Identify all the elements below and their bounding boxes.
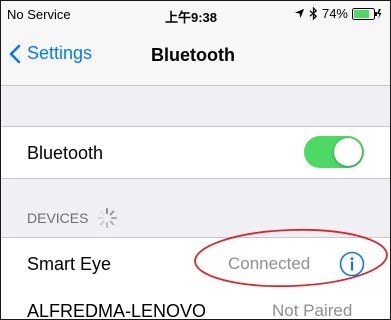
clock-label: 上午9:38	[165, 10, 218, 25]
status-indicators: 74%	[294, 6, 382, 21]
phone-screen: No Service 上午9:38 74% Settings Bluetooth…	[0, 0, 391, 320]
device-status: Not Paired	[272, 301, 353, 320]
switch-knob	[334, 138, 362, 166]
battery-percent: 74%	[321, 6, 348, 21]
carrier-label: No Service	[7, 7, 71, 22]
page-title: Bluetooth	[151, 45, 235, 65]
battery-charging-icon	[352, 7, 382, 20]
devices-section-header: DEVICES	[27, 207, 118, 229]
device-status: Connected	[228, 254, 311, 273]
bluetooth-switch[interactable]	[304, 136, 364, 168]
device-name: Smart Eye	[27, 254, 112, 274]
info-icon[interactable]	[339, 251, 365, 277]
location-arrow-icon	[294, 8, 305, 19]
device-row[interactable]: Smart Eye Connected	[1, 237, 390, 289]
bluetooth-label: Bluetooth	[27, 143, 104, 163]
status-bar: No Service 上午9:38 74%	[1, 1, 390, 29]
device-name: ALFREDMA-LENOVO	[27, 301, 207, 320]
bluetooth-toggle-row: Bluetooth	[1, 126, 390, 179]
navigation-bar: Settings Bluetooth	[1, 29, 390, 86]
device-row[interactable]: ALFREDMA-LENOVO Not Paired	[1, 288, 390, 320]
back-button-label: Settings	[27, 43, 93, 63]
bluetooth-icon	[309, 7, 318, 20]
loading-spinner-icon	[97, 208, 118, 228]
back-button[interactable]: Settings	[9, 43, 92, 64]
chevron-left-icon	[9, 44, 21, 63]
devices-header-label: DEVICES	[27, 210, 89, 226]
